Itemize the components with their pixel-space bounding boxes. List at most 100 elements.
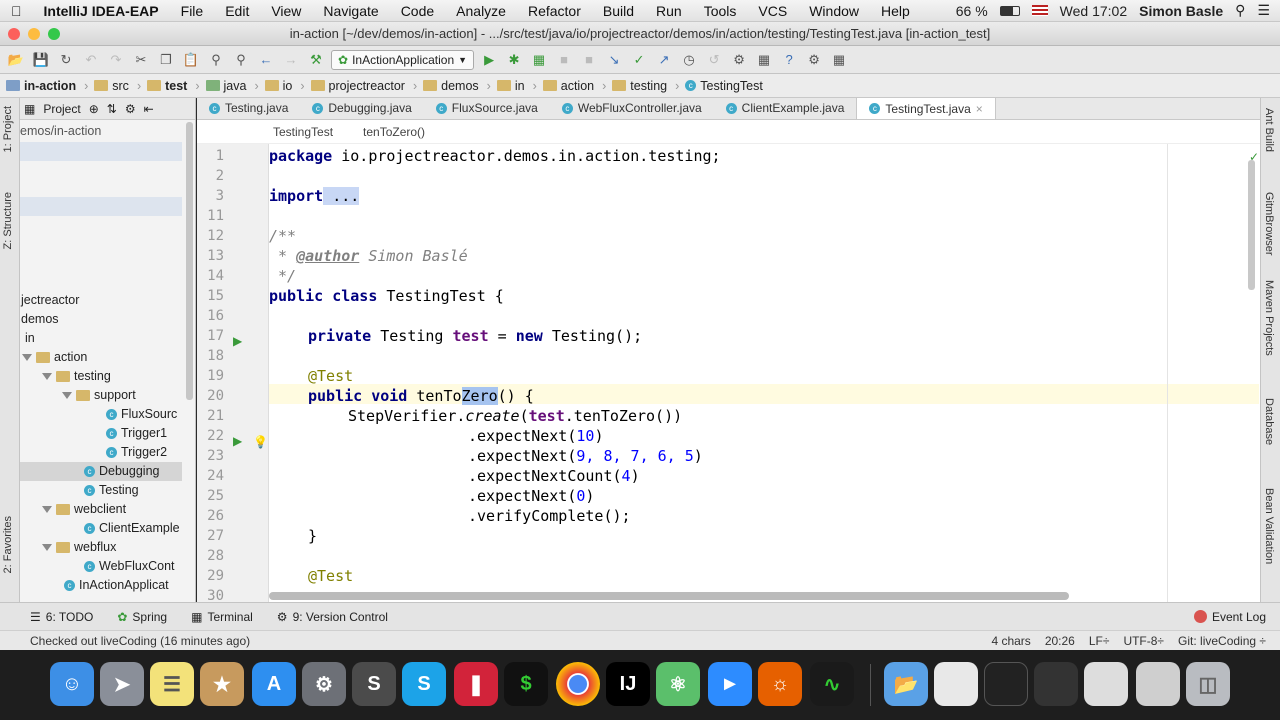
- nav-crumb-projectreactor[interactable]: projectreactor ›: [310, 79, 424, 93]
- hangouts-icon[interactable]: ❚: [454, 662, 498, 706]
- vcs-history-icon[interactable]: ◷: [679, 50, 699, 70]
- atom-icon[interactable]: ⚛: [656, 662, 700, 706]
- nav-crumb-demos[interactable]: demos ›: [423, 79, 497, 93]
- tasks-icon[interactable]: ⚙: [804, 50, 824, 70]
- editor-vertical-scrollbar[interactable]: [1248, 160, 1255, 290]
- collapse-icon[interactable]: ⇅: [107, 102, 117, 116]
- project-panel-scrollbar[interactable]: [186, 122, 193, 400]
- finder-icon[interactable]: ☺: [50, 662, 94, 706]
- status-message[interactable]: Checked out liveCoding (16 minutes ago): [30, 634, 250, 648]
- vcs-push-icon[interactable]: ↗: [654, 50, 674, 70]
- database-tool-tab[interactable]: Database: [1263, 398, 1275, 445]
- chrome-window-thumbnail-icon[interactable]: [1084, 662, 1128, 706]
- gitmbrowser-tool-tab[interactable]: GitmBrowser: [1263, 192, 1275, 256]
- paste-icon[interactable]: 📋: [181, 50, 201, 70]
- preview-icon[interactable]: ★: [200, 662, 244, 706]
- project-structure-icon[interactable]: ▦: [754, 50, 774, 70]
- forward-icon[interactable]: →: [281, 50, 301, 70]
- expand-arrow-icon[interactable]: [42, 506, 52, 513]
- menu-run[interactable]: Run: [645, 3, 693, 19]
- project-view-icon[interactable]: ▦: [24, 102, 35, 116]
- spotlight-icon[interactable]: ⚲: [1235, 2, 1245, 19]
- sync-icon[interactable]: ↻: [56, 50, 76, 70]
- nav-crumb-src[interactable]: src ›: [94, 79, 147, 93]
- breadcrumb-method[interactable]: tenToZero(): [363, 125, 425, 139]
- code-selection[interactable]: Zero: [461, 387, 498, 405]
- menu-build[interactable]: Build: [592, 3, 645, 19]
- todo-tool-button[interactable]: ☰ 6: TODO: [30, 610, 93, 624]
- downloads-folder-icon[interactable]: 📂: [884, 662, 928, 706]
- vcs-commit-icon[interactable]: ✓: [629, 50, 649, 70]
- maven-projects-tool-tab[interactable]: Maven Projects: [1263, 280, 1275, 356]
- folded-imports[interactable]: ...: [323, 187, 360, 205]
- file-encoding[interactable]: UTF-8÷: [1123, 634, 1164, 648]
- run-test-icon[interactable]: ▶: [233, 435, 245, 447]
- git-branch[interactable]: Git: liveCoding ÷: [1178, 634, 1266, 648]
- menu-analyze[interactable]: Analyze: [445, 3, 517, 19]
- menu-file[interactable]: File: [170, 3, 215, 19]
- trash-icon[interactable]: ◫: [1186, 662, 1230, 706]
- spring-tool-button[interactable]: ✿ Spring: [117, 610, 167, 624]
- menu-window[interactable]: Window: [798, 3, 870, 19]
- menu-view[interactable]: View: [260, 3, 312, 19]
- nav-crumb-project[interactable]: in-action ›: [6, 79, 94, 93]
- save-icon[interactable]: 💾: [31, 50, 51, 70]
- tree-item-action[interactable]: action: [22, 348, 87, 367]
- tree-item-class[interactable]: c Trigger2: [106, 443, 167, 462]
- system-preferences-icon[interactable]: ⚙: [302, 662, 346, 706]
- window-thumbnail-icon[interactable]: [1136, 662, 1180, 706]
- zoom-icon[interactable]: ►: [708, 662, 752, 706]
- tree-item[interactable]: in: [21, 329, 35, 348]
- activity-monitor-icon[interactable]: ∿: [810, 662, 854, 706]
- menu-code[interactable]: Code: [390, 3, 445, 19]
- run-icon[interactable]: ▶: [479, 50, 499, 70]
- editor-horizontal-scrollbar[interactable]: [269, 592, 1069, 600]
- caret-position[interactable]: 20:26: [1045, 634, 1075, 648]
- project-tool-tab[interactable]: 1: Project: [2, 106, 14, 152]
- ant-build-tool-tab[interactable]: Ant Build: [1263, 108, 1275, 152]
- terminal-tool-button[interactable]: ▦ Terminal: [191, 610, 253, 624]
- battery-percent[interactable]: 66 %: [956, 3, 988, 19]
- intellij-idea-icon[interactable]: IJ: [606, 662, 650, 706]
- nav-crumb-class[interactable]: c TestingTest: [685, 79, 769, 93]
- clock[interactable]: Wed 17:02: [1060, 3, 1127, 19]
- tab-testingtest[interactable]: c TestingTest.java ×: [856, 97, 996, 119]
- nav-crumb-test[interactable]: test ›: [147, 79, 205, 93]
- nav-crumb-io[interactable]: io ›: [264, 79, 311, 93]
- tree-item-class[interactable]: c Testing: [84, 481, 139, 500]
- notes-icon[interactable]: ☰: [150, 662, 194, 706]
- tree-item-class[interactable]: c InActionApplicat: [64, 576, 169, 595]
- breadcrumb-class[interactable]: TestingTest: [273, 125, 333, 139]
- document-thumbnail-icon[interactable]: [934, 662, 978, 706]
- tree-item-class-selected[interactable]: c Debugging: [84, 462, 159, 481]
- app-store-icon[interactable]: A: [252, 662, 296, 706]
- tab-clientexample[interactable]: c ClientExample.java: [714, 97, 857, 119]
- tree-item[interactable]: demos: [21, 310, 59, 329]
- presentation-icon[interactable]: ▦: [829, 50, 849, 70]
- line-separator[interactable]: LF÷: [1089, 634, 1110, 648]
- cut-icon[interactable]: ✂: [131, 50, 151, 70]
- hide-icon[interactable]: ⇤: [144, 102, 154, 116]
- nav-crumb-in[interactable]: in ›: [496, 79, 543, 93]
- window-thumbnail-icon[interactable]: [1034, 662, 1078, 706]
- find-icon[interactable]: ⚲: [206, 50, 226, 70]
- menu-tools[interactable]: Tools: [693, 3, 748, 19]
- tree-item-class[interactable]: c Trigger1: [106, 424, 167, 443]
- structure-tool-tab[interactable]: Z: Structure: [2, 192, 14, 249]
- event-log-button[interactable]: Event Log: [1193, 610, 1280, 624]
- settings-icon[interactable]: ⚙: [729, 50, 749, 70]
- tree-item-testing[interactable]: testing: [42, 367, 111, 386]
- skype-icon[interactable]: S: [402, 662, 446, 706]
- redo-icon[interactable]: ↷: [106, 50, 126, 70]
- run-class-icon[interactable]: ▶: [233, 335, 245, 347]
- open-icon[interactable]: 📂: [6, 50, 26, 70]
- iterm-icon[interactable]: $: [504, 662, 548, 706]
- vcs-revert-icon[interactable]: ↺: [704, 50, 724, 70]
- tab-fluxsource[interactable]: c FluxSource.java: [424, 97, 550, 119]
- expand-arrow-icon[interactable]: [42, 544, 52, 551]
- run-configuration-select[interactable]: ✿ InActionApplication ▼: [331, 49, 475, 70]
- nav-crumb-java[interactable]: java ›: [205, 79, 265, 93]
- stop-icon[interactable]: ■: [554, 50, 574, 70]
- intention-bulb-icon[interactable]: 💡: [253, 435, 268, 449]
- debug-icon[interactable]: ✱: [504, 50, 524, 70]
